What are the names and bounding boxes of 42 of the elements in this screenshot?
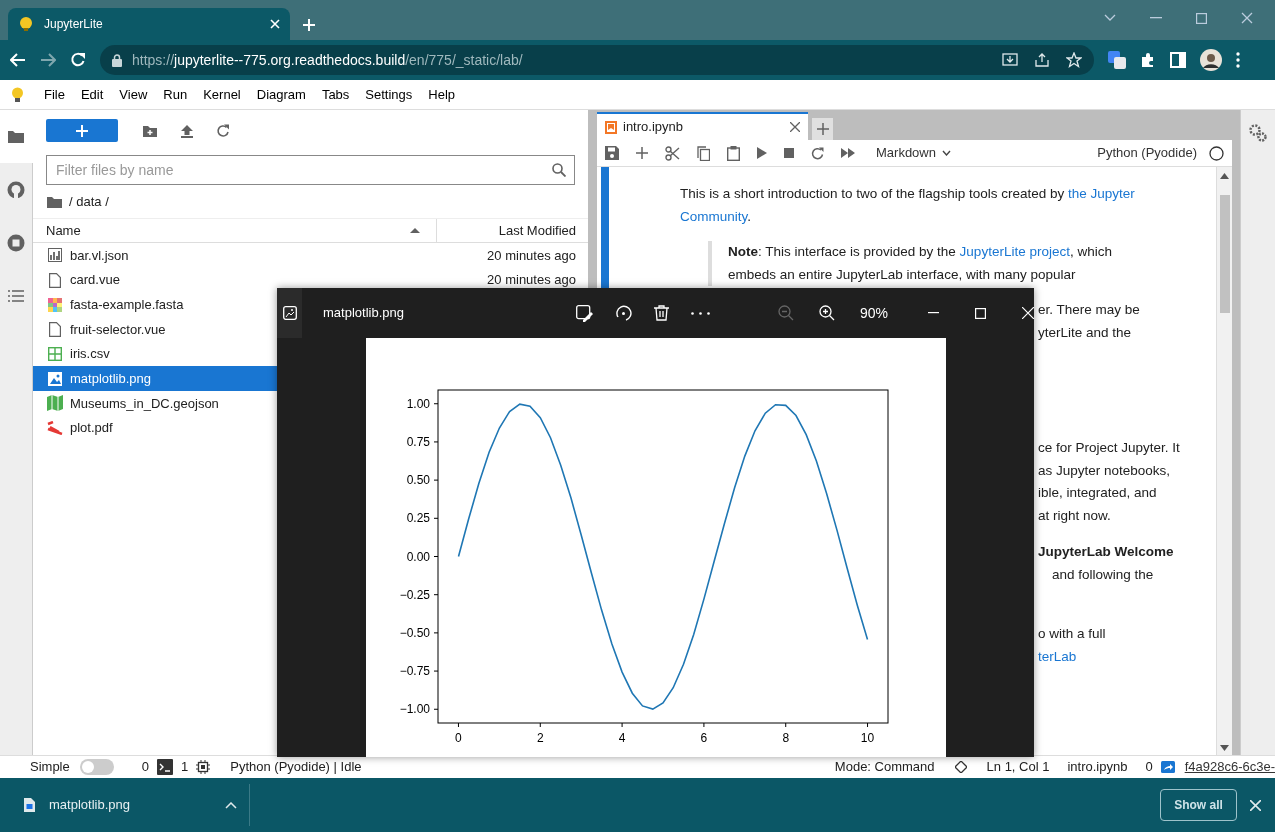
y-tick-label: −1.00 — [399, 702, 430, 717]
file-name: iris.csv — [70, 345, 110, 364]
y-tick-label: −0.25 — [399, 587, 430, 602]
kernel-count: 1 — [181, 758, 189, 777]
text-fragment: and following the — [1052, 566, 1154, 582]
simple-mode-label: Simple — [30, 758, 70, 777]
text-fragment: ible, integrated, and — [1038, 485, 1157, 500]
modified-time: 20 minutes ago — [487, 246, 576, 265]
x-tick-label: 0 — [455, 731, 462, 745]
text-fragment: JupyterLab Welcome — [1038, 544, 1174, 559]
file-name-status: intro.ipynb — [1067, 758, 1128, 777]
text-fragment: yterLite and the — [1038, 324, 1132, 340]
text-fragment: as Jupyter notebooks, — [1038, 462, 1171, 478]
x-tick-label: 4 — [618, 731, 626, 745]
modified-time: 20 minutes ago — [487, 271, 576, 290]
text-fragment: ce for Project Jupyter. It — [1038, 440, 1180, 455]
y-tick-label: 0.00 — [406, 549, 430, 564]
text-fragment: at right now. — [1038, 507, 1111, 523]
file-name: bar.vl.json — [70, 246, 129, 265]
x-tick-label: 2 — [536, 731, 544, 745]
file-name: card.vue — [70, 271, 120, 290]
x-tick-label: 8 — [782, 731, 790, 745]
file-name: fasta-example.fasta — [70, 295, 184, 314]
viewer-title: matplotlib.png — [323, 304, 404, 323]
x-tick-label: 10 — [860, 731, 875, 745]
y-tick-label: 0.75 — [406, 434, 430, 449]
file-name: matplotlib.png — [70, 370, 151, 389]
file-name: fruit-selector.vue — [70, 320, 166, 339]
x-tick-label: 6 — [700, 731, 708, 745]
y-tick-label: −0.75 — [399, 664, 430, 679]
note-paragraph: Note: This interface is provided by the JupyterLite project, which embeds an entire JupyterLab interface, with many popular — [728, 243, 1113, 284]
y-tick-label: 0.25 — [406, 511, 430, 526]
paragraph: This is a short introduction to two of the flagship tools created by the Jupyter Community. — [680, 185, 1136, 226]
y-tick-label: −0.50 — [399, 625, 430, 640]
mode-status: Mode: Command — [834, 758, 935, 777]
file-name: plot.pdf — [70, 419, 113, 438]
text-fragment: er. There may be — [1038, 302, 1140, 317]
terminal-count: 0 — [141, 758, 149, 777]
file-name: Museums_in_DC.geojson — [70, 394, 219, 413]
y-tick-label: 1.00 — [406, 396, 430, 411]
y-tick-label: 0.50 — [406, 473, 430, 488]
text-fragment: o with a full — [1038, 626, 1106, 641]
